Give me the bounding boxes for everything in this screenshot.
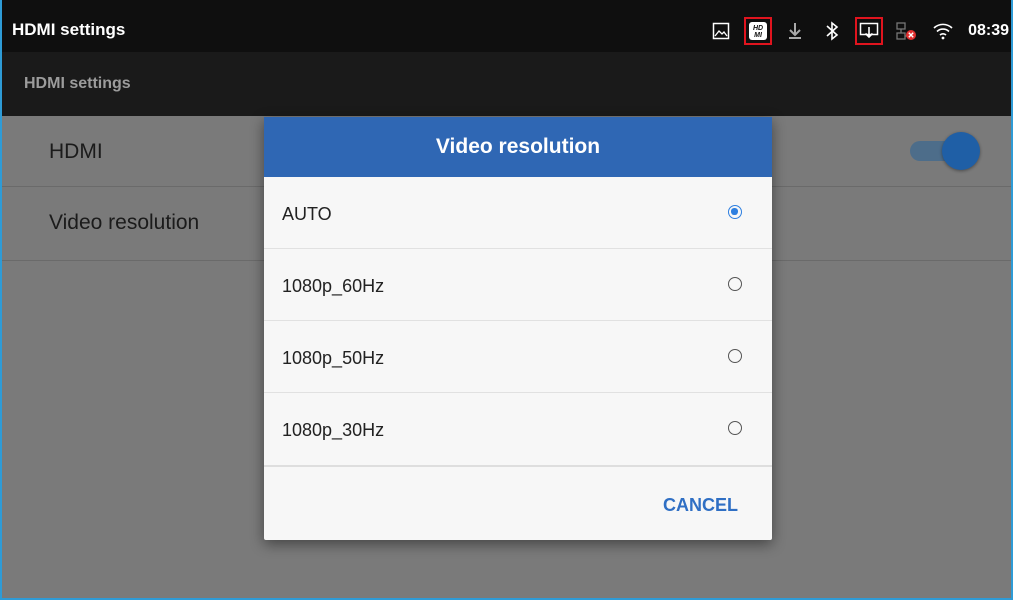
option-label: 1080p_50Hz (282, 348, 385, 368)
status-bar-title: HDMI settings (12, 20, 126, 39)
resolution-options: AUTO 1080p_60Hz 1080p_50Hz 1080p_30Hz (264, 177, 772, 465)
status-icons: HD MI 08:39 (695, 17, 1011, 45)
video-resolution-dialog: Video resolution AUTO 1080p_60Hz 1080p_5… (264, 117, 772, 540)
dialog-title: Video resolution (264, 117, 772, 177)
option-label: 1080p_60Hz (282, 276, 385, 296)
hdmi-label: HDMI (49, 140, 103, 163)
network-disconnected-icon (895, 20, 917, 42)
app-bar-title: HDMI settings (24, 75, 131, 92)
option-auto[interactable]: AUTO (264, 177, 772, 249)
wifi-icon (932, 20, 954, 42)
hdmi-icon: HD MI (744, 17, 773, 45)
option-label: AUTO (282, 204, 332, 224)
dialog-divider (264, 465, 772, 467)
svg-text:MI: MI (754, 32, 763, 39)
option-1080p-60hz[interactable]: 1080p_60Hz (264, 249, 772, 321)
radio-selected-icon[interactable] (728, 205, 742, 219)
radio-unselected-icon[interactable] (728, 349, 742, 363)
video-resolution-label: Video resolution (49, 211, 200, 234)
option-1080p-50hz[interactable]: 1080p_50Hz (264, 321, 772, 393)
radio-unselected-icon[interactable] (728, 277, 742, 291)
svg-text:HD: HD (753, 25, 763, 32)
status-time: 08:39 (968, 22, 1009, 39)
screen-cast-icon (855, 17, 884, 45)
hdmi-toggle[interactable] (908, 132, 980, 170)
bluetooth-icon (821, 20, 843, 42)
download-icon (784, 20, 806, 42)
status-bar: HDMI settings HD MI 08:39 (2, 0, 1011, 52)
option-1080p-30hz[interactable]: 1080p_30Hz (264, 393, 772, 465)
toggle-thumb (942, 132, 980, 170)
cancel-button[interactable]: CANCEL (663, 495, 738, 516)
radio-unselected-icon[interactable] (728, 421, 742, 435)
option-label: 1080p_30Hz (282, 420, 385, 440)
app-bar: HDMI settings (2, 52, 1011, 116)
screenshot-icon (710, 20, 732, 42)
screen-frame: HDMI settings HD MI 08:39 HDMI settings … (0, 0, 1013, 600)
